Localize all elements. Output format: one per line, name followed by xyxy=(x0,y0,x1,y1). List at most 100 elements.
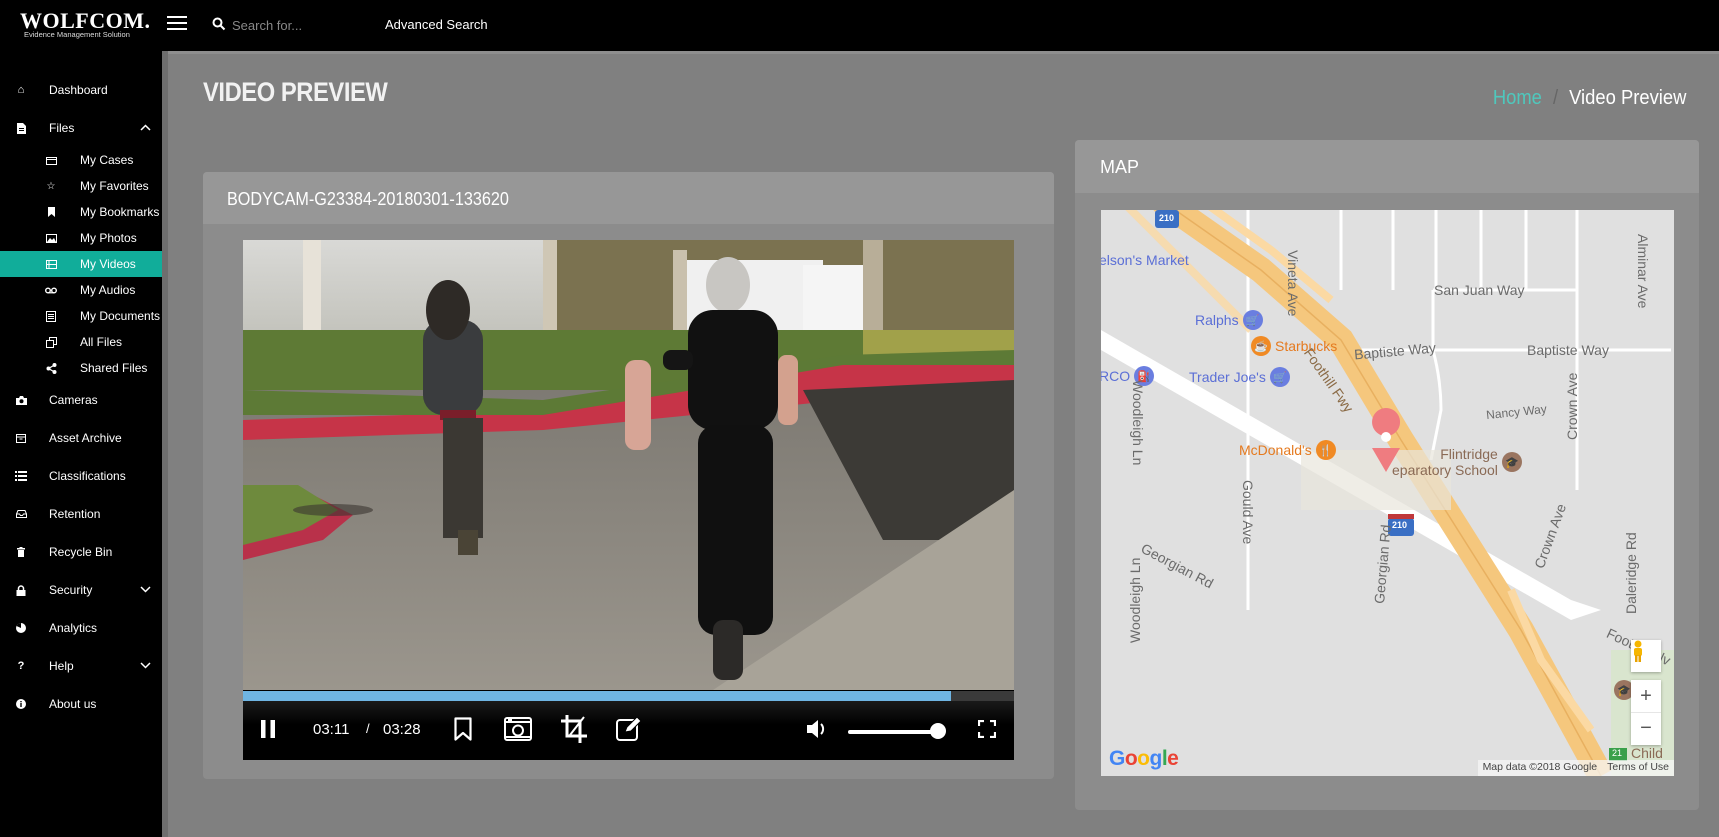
video-frame[interactable] xyxy=(243,240,1014,690)
breadcrumb-home-link[interactable]: Home xyxy=(1492,87,1541,110)
sidebar-item-label: My Cases xyxy=(80,153,134,167)
sidebar-item-label: Security xyxy=(49,583,93,597)
sidebar-item-help[interactable]: ? Help xyxy=(0,651,162,681)
sidebar-item-my-photos[interactable]: My Photos xyxy=(0,225,162,251)
logo-tagline: Evidence Management Solution xyxy=(24,30,130,39)
film-icon xyxy=(45,258,57,270)
bookmark-button[interactable] xyxy=(451,715,475,743)
sidebar-item-all-files[interactable]: All Files xyxy=(0,329,162,355)
shopping-cart-icon: 🛒 xyxy=(1269,367,1290,387)
map-poi-school[interactable]: Flintridge eparatory School 🎓 xyxy=(1392,446,1522,478)
sidebar-item-my-cases[interactable]: My Cases xyxy=(0,147,162,173)
fullscreen-icon xyxy=(978,720,996,738)
route-shield-label: 21 xyxy=(1612,748,1623,758)
sidebar-item-label: My Favorites xyxy=(80,179,149,193)
bookmark-icon xyxy=(45,206,57,218)
zoom-in-button[interactable]: + xyxy=(1631,681,1661,713)
sidebar-item-files[interactable]: Files xyxy=(0,113,162,143)
page-title: VIDEO PREVIEW xyxy=(203,77,388,107)
sidebar-item-my-videos[interactable]: My Videos xyxy=(0,251,162,277)
coffee-icon: ☕ xyxy=(1251,336,1271,356)
street-view-button[interactable] xyxy=(1631,640,1661,672)
restaurant-icon: 🍴 xyxy=(1315,440,1336,460)
image-icon xyxy=(45,232,57,244)
map-label: Vineta Ave xyxy=(1285,250,1301,317)
sidebar-item-label: All Files xyxy=(80,335,123,349)
sidebar-item-label: About us xyxy=(49,697,97,711)
sidebar-item-my-audios[interactable]: My Audios xyxy=(0,277,162,303)
search-input[interactable] xyxy=(232,14,362,36)
sidebar-item-label: My Photos xyxy=(80,231,137,245)
zoom-out-button[interactable]: − xyxy=(1631,713,1661,745)
logo[interactable]: WOLFCOM. Evidence Management Solution xyxy=(20,8,151,39)
map-label: San Juan Way xyxy=(1434,282,1525,298)
logo-brand: WOLFCOM. xyxy=(20,8,151,33)
map-poi-label: RCO xyxy=(1101,368,1131,384)
annotate-button[interactable] xyxy=(615,715,643,743)
sidebar-item-label: My Bookmarks xyxy=(80,205,160,219)
map-poi-label: eparatory School xyxy=(1392,462,1498,478)
snapshot-icon xyxy=(504,717,532,741)
sidebar-item-cameras[interactable]: Cameras xyxy=(0,385,162,415)
sidebar-item-label: Files xyxy=(49,121,75,135)
archive-icon xyxy=(14,431,28,445)
crop-button[interactable] xyxy=(560,715,588,743)
pause-button[interactable] xyxy=(257,715,279,743)
list-icon xyxy=(14,469,28,483)
map-poi-mcdonalds[interactable]: McDonald's 🍴 xyxy=(1239,440,1336,460)
video-player[interactable]: 03:11 / 03:28 xyxy=(243,240,1014,760)
sidebar-item-label: My Videos xyxy=(80,257,136,271)
sidebar-item-dashboard[interactable]: ⌂ Dashboard xyxy=(0,75,162,105)
volume-button[interactable] xyxy=(806,715,830,743)
zoom-controls: + − xyxy=(1631,680,1661,745)
edit-icon xyxy=(616,717,642,741)
volume-icon xyxy=(807,720,825,738)
advanced-search-link[interactable]: Advanced Search xyxy=(385,17,488,32)
map-poi-arco[interactable]: RCO ⛽ xyxy=(1101,366,1155,386)
shopping-cart-icon: 🛒 xyxy=(1242,310,1263,330)
map-label: Woodleigh Ln xyxy=(1127,557,1143,643)
sidebar-item-my-favorites[interactable]: ☆ My Favorites xyxy=(0,173,162,199)
map-view[interactable]: elson's Market Ralphs 🛒 ☕ Starbucks RCO ⛽ T… xyxy=(1101,210,1674,776)
video-panel-header: BODYCAM-G23384-20180301-133620 xyxy=(203,172,1054,224)
sidebar-item-retention[interactable]: Retention xyxy=(0,499,162,529)
volume-slider[interactable] xyxy=(848,730,938,734)
map-poi-trader-joes[interactable]: Trader Joe's 🛒 xyxy=(1189,367,1290,387)
sidebar-item-classifications[interactable]: Classifications xyxy=(0,461,162,491)
map-roads xyxy=(1101,210,1674,776)
sidebar-item-label: My Documents xyxy=(80,309,161,323)
inbox-icon xyxy=(14,507,28,521)
map-poi-starbucks[interactable]: ☕ Starbucks xyxy=(1251,336,1337,356)
pegman-icon xyxy=(1634,640,1642,662)
volume-slider-handle[interactable] xyxy=(930,723,946,739)
school-icon: 🎓 xyxy=(1501,452,1522,472)
info-icon xyxy=(14,697,28,711)
sidebar-item-shared-files[interactable]: Shared Files xyxy=(0,355,162,381)
fullscreen-button[interactable] xyxy=(976,715,998,743)
sidebar-item-recycle-bin[interactable]: Recycle Bin xyxy=(0,537,162,567)
lock-icon xyxy=(14,583,28,597)
sidebar-item-my-documents[interactable]: My Documents xyxy=(0,303,162,329)
menu-toggle-icon[interactable] xyxy=(167,15,187,31)
briefcase-icon xyxy=(45,154,57,166)
top-bar: WOLFCOM. Evidence Management Solution Ad… xyxy=(0,0,1719,51)
sidebar-item-security[interactable]: Security xyxy=(0,575,162,605)
divider xyxy=(168,51,1719,54)
snapshot-button[interactable] xyxy=(503,715,533,743)
map-label: Crown Ave xyxy=(1564,372,1580,440)
video-progress-bar[interactable] xyxy=(243,691,1014,701)
map-label: Woodleigh Ln xyxy=(1130,380,1146,466)
pause-icon xyxy=(261,720,275,738)
sidebar-item-label: Cameras xyxy=(49,393,98,407)
video-controls: 03:11 / 03:28 xyxy=(243,701,1014,760)
google-logo[interactable]: Google xyxy=(1109,747,1179,771)
file-icon xyxy=(14,121,28,135)
map-poi-ralphs[interactable]: Ralphs 🛒 xyxy=(1195,310,1263,330)
sidebar-item-my-bookmarks[interactable]: My Bookmarks xyxy=(0,199,162,225)
map-label: Child xyxy=(1631,745,1663,761)
sidebar-item-analytics[interactable]: Analytics xyxy=(0,613,162,643)
sidebar-item-about-us[interactable]: About us xyxy=(0,689,162,719)
terms-of-use-link[interactable]: Terms of Use xyxy=(1602,760,1674,776)
sidebar-item-asset-archive[interactable]: Asset Archive xyxy=(0,423,162,453)
sidebar-item-label: Help xyxy=(49,659,74,673)
